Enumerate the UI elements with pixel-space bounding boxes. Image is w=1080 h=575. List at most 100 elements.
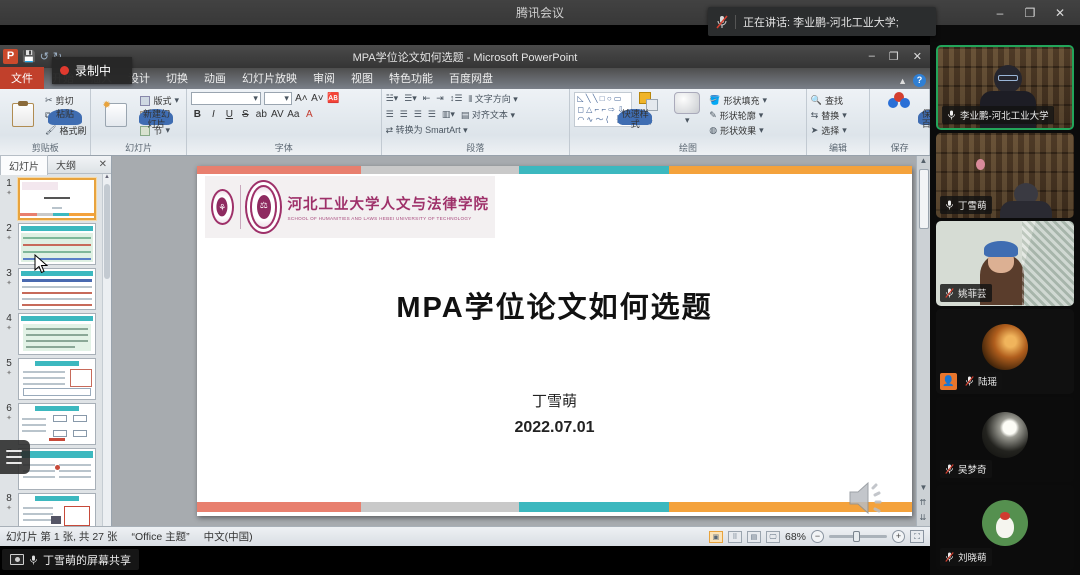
numbering-icon[interactable]: ☰▾	[404, 93, 417, 104]
align-center-icon[interactable]: ☰	[400, 109, 408, 120]
shape-fill-button[interactable]: 🪣形状填充▾	[709, 94, 767, 107]
scroll-up-icon[interactable]: ▲	[103, 174, 111, 180]
shrink-font-icon[interactable]: A˅	[311, 93, 324, 104]
tab-animations[interactable]: 动画	[196, 67, 234, 89]
panel-tab-slides[interactable]: 幻灯片	[0, 155, 48, 175]
next-slide-icon[interactable]: ⇊	[920, 513, 928, 522]
columns-icon[interactable]: ▥▾	[442, 109, 455, 120]
zoom-percentage[interactable]: 68%	[785, 531, 806, 543]
slide-thumbnail-8[interactable]	[18, 493, 96, 526]
format-painter-button[interactable]: 🖌格式刷	[45, 124, 86, 137]
tab-baidu-netdisk[interactable]: 百度网盘	[441, 67, 501, 89]
bold-icon[interactable]: B	[191, 109, 204, 120]
slide-thumbnail-3[interactable]	[18, 268, 96, 310]
slide-sorter-icon[interactable]: ⠿	[728, 531, 742, 543]
font-name-select[interactable]: ▾	[191, 92, 261, 105]
zoom-in-icon[interactable]: +	[892, 530, 905, 543]
scroll-down-icon[interactable]: ▼	[920, 483, 928, 492]
reading-view-icon[interactable]: ▤	[747, 531, 761, 543]
zoom-out-icon[interactable]: −	[811, 530, 824, 543]
replace-button[interactable]: ⇆替换▾	[811, 109, 866, 122]
bullets-icon[interactable]: ☱▾	[386, 93, 399, 104]
find-button[interactable]: 🔍查找	[811, 94, 866, 107]
video-tile-1[interactable]: 李业鹏-河北工业大学	[936, 45, 1074, 130]
video-tile-6[interactable]: 刘晓萌	[936, 485, 1074, 570]
tab-features[interactable]: 特色功能	[381, 67, 441, 89]
fit-to-window-icon[interactable]: ⛶	[910, 530, 924, 543]
font-color-icon[interactable]: A	[303, 109, 316, 120]
shape-outline-button[interactable]: ✎形状轮廓▾	[709, 109, 767, 122]
meeting-float-toolbar[interactable]	[0, 440, 30, 474]
slide-thumbnail-6[interactable]	[18, 403, 96, 445]
zoom-slider-thumb[interactable]	[853, 531, 860, 542]
char-spacing-icon[interactable]: AV	[271, 109, 284, 120]
increase-indent-icon[interactable]: ⇥	[436, 93, 444, 104]
smartart-button[interactable]: ⇄ 转换为 SmartArt ▾	[386, 123, 468, 136]
thumbnail-row-2: 2✦	[0, 222, 102, 267]
panel-close-icon[interactable]: ✕	[99, 159, 111, 170]
close-button[interactable]: ✕	[1046, 2, 1074, 24]
ppt-minimize-button[interactable]: –	[869, 50, 875, 63]
clear-formatting-icon[interactable]: 🆎	[327, 93, 340, 104]
tab-transitions[interactable]: 切换	[158, 67, 196, 89]
ppt-close-button[interactable]: ✕	[913, 50, 922, 63]
minimize-button[interactable]: –	[986, 2, 1014, 24]
zoom-slider[interactable]	[829, 535, 887, 538]
theme-name[interactable]: “Office 主题”	[131, 529, 189, 544]
select-button[interactable]: ➤选择▾	[811, 124, 866, 137]
tab-view[interactable]: 视图	[343, 67, 381, 89]
paste-button[interactable]: 粘贴	[4, 103, 42, 127]
quick-styles-button[interactable]: 快速样式▾	[668, 92, 706, 126]
ppt-maximize-button[interactable]: ❐	[889, 50, 899, 63]
text-direction-button[interactable]: ⫴ 文字方向 ▾	[468, 92, 517, 105]
tab-file[interactable]: 文件	[0, 67, 44, 89]
tab-review[interactable]: 审阅	[305, 67, 343, 89]
scroll-thumb[interactable]	[919, 169, 929, 229]
video-tile-2[interactable]: 丁雪萌	[936, 133, 1074, 218]
slide-thumbnail-2[interactable]	[18, 223, 96, 265]
normal-view-icon[interactable]: ▣	[709, 531, 723, 543]
grow-font-icon[interactable]: A˄	[295, 93, 308, 104]
audio-speaker-icon[interactable]	[844, 476, 888, 520]
align-text-button[interactable]: ▤ 对齐文本 ▾	[461, 108, 515, 121]
align-right-icon[interactable]: ☰	[414, 109, 422, 120]
participant-name: 刘晓萌	[958, 550, 987, 564]
speaking-toast-text: 正在讲话: 李业鹏-河北工业大学;	[743, 14, 899, 30]
change-case-icon[interactable]: Aa	[287, 109, 300, 120]
panel-scroll-thumb[interactable]	[104, 184, 110, 279]
panel-scrollbar[interactable]: ▲	[102, 174, 111, 526]
video-tile-4[interactable]: 👤 陆瑶	[936, 309, 1074, 394]
font-size-select[interactable]: ▾	[264, 92, 292, 105]
slide-thumbnail-1[interactable]	[18, 178, 96, 220]
underline-icon[interactable]: U	[223, 109, 236, 120]
strikethrough-icon[interactable]: S	[239, 109, 252, 120]
previous-slide-icon[interactable]: ⇈	[920, 498, 928, 507]
panel-tab-outline[interactable]: 大纲	[48, 155, 84, 174]
align-left-icon[interactable]: ☰	[386, 109, 394, 120]
video-tile-3[interactable]: 姚菲芸	[936, 221, 1074, 306]
slide-thumbnail-5[interactable]	[18, 358, 96, 400]
justify-icon[interactable]: ☰	[428, 109, 436, 120]
tab-slideshow[interactable]: 幻灯片放映	[234, 67, 305, 89]
new-slide-button[interactable]: ✹ 新建幻灯片	[95, 103, 137, 127]
italic-icon[interactable]: I	[207, 109, 220, 120]
maximize-button[interactable]: ❐	[1016, 2, 1044, 24]
shadow-icon[interactable]: ab	[255, 109, 268, 120]
video-tile-5[interactable]: 吴梦奇	[936, 397, 1074, 482]
scroll-up-icon[interactable]: ▲	[920, 156, 928, 165]
slide-canvas[interactable]: ⚘ ⚖ 河北工业大学人文与法律学院 SCHOOL OF HUMANITIES A…	[197, 166, 912, 516]
slideshow-icon[interactable]: 🖵	[766, 531, 780, 543]
slide-scrollbar[interactable]: ▲ ▼ ⇈ ⇊	[916, 156, 930, 526]
save-to-baidu-button[interactable]: 保存到百度网盘	[874, 92, 924, 110]
layout-button[interactable]: 版式▾	[140, 94, 179, 107]
collapse-ribbon-icon[interactable]: ▲	[898, 76, 907, 86]
slide-thumbnail-4[interactable]	[18, 313, 96, 355]
decrease-indent-icon[interactable]: ⇤	[423, 93, 431, 104]
screen-share-badge: 丁雪萌的屏幕共享	[2, 549, 139, 570]
help-icon[interactable]: ?	[913, 74, 926, 87]
line-spacing-icon[interactable]: ↕☰	[450, 93, 463, 104]
language-indicator[interactable]: 中文(中国)	[204, 529, 253, 544]
cut-button[interactable]: ✂剪切	[45, 94, 86, 107]
shape-effects-button[interactable]: ◍形状效果▾	[709, 124, 767, 137]
tabrow-right: ▲ ?	[898, 74, 926, 87]
